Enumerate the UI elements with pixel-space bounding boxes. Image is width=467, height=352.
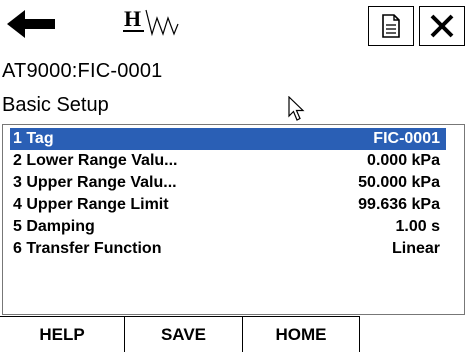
item-label: 6 Transfer Function — [13, 240, 162, 257]
device-title: AT9000:FIC-0001 — [2, 60, 163, 82]
item-value: 0.000 kPa — [367, 152, 440, 169]
hart-communicator-screen: H AT9000:FIC-0001 Basic Setup 1 Tag FIC-… — [0, 0, 467, 352]
home-button[interactable]: HOME — [242, 316, 360, 352]
bottom-button-bar: HELP SAVE HOME — [0, 316, 467, 352]
item-value: 99.636 kPa — [358, 196, 440, 213]
item-value: 1.00 s — [395, 218, 440, 235]
list-item-upper-range-limit[interactable]: 4 Upper Range Limit 99.636 kPa — [10, 194, 446, 216]
back-arrow-icon — [7, 10, 55, 38]
back-button[interactable] — [2, 2, 60, 46]
document-icon — [382, 14, 400, 38]
list-item-tag[interactable]: 1 Tag FIC-0001 — [10, 128, 446, 150]
item-value: FIC-0001 — [373, 130, 440, 147]
document-button[interactable] — [368, 6, 414, 46]
item-value: Linear — [391, 240, 440, 257]
item-label: 3 Upper Range Valu... — [13, 174, 177, 191]
mouse-cursor-icon — [288, 96, 305, 121]
close-button[interactable] — [419, 6, 465, 46]
save-button[interactable]: SAVE — [124, 316, 242, 352]
list-item-lower-range-value[interactable]: 2 Lower Range Valu... 0.000 kPa — [10, 150, 446, 172]
menu-title: Basic Setup — [2, 94, 109, 116]
empty-softkey-area — [360, 316, 467, 352]
item-label: 4 Upper Range Limit — [13, 196, 169, 213]
list-item-upper-range-value[interactable]: 3 Upper Range Valu... 50.000 kPa — [10, 172, 446, 194]
hart-logo-icon: H — [123, 6, 179, 37]
svg-text:H: H — [124, 6, 141, 31]
item-value: 50.000 kPa — [358, 174, 440, 191]
item-label: 5 Damping — [13, 218, 95, 235]
item-label: 2 Lower Range Valu... — [13, 152, 178, 169]
help-button[interactable]: HELP — [0, 316, 124, 352]
list-item-damping[interactable]: 5 Damping 1.00 s — [10, 216, 446, 238]
close-icon — [430, 14, 454, 38]
list-item-transfer-function[interactable]: 6 Transfer Function Linear — [10, 238, 446, 260]
item-label: 1 Tag — [13, 130, 54, 147]
